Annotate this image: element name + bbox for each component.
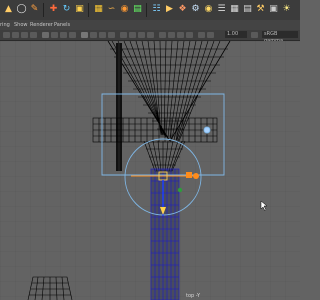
left-pole[interactable] xyxy=(116,43,122,171)
camera-select-icon[interactable] xyxy=(3,32,10,38)
snap-point-icon[interactable]: ◉ xyxy=(118,3,131,16)
resolution-gate-icon[interactable] xyxy=(60,32,67,38)
menu-item-panels[interactable]: Panels xyxy=(54,22,70,28)
xray-joints-icon[interactable] xyxy=(177,32,184,38)
toolbar-separator xyxy=(43,3,44,17)
camera-name-label: top -Y xyxy=(186,293,201,299)
gamma-icon[interactable] xyxy=(207,32,214,38)
menu-item-renderer[interactable]: Renderer xyxy=(30,22,53,28)
motion-blur-icon[interactable] xyxy=(147,32,154,38)
grid-icon[interactable] xyxy=(42,32,49,38)
scale-tool-icon[interactable]: ▣ xyxy=(73,3,86,16)
smooth-shade-icon[interactable] xyxy=(90,32,97,38)
wireframe-icon[interactable] xyxy=(81,32,88,38)
film-gate-icon[interactable] xyxy=(51,32,58,38)
menu-item-show[interactable]: Show xyxy=(14,22,28,28)
wireframe-on-shaded-icon[interactable] xyxy=(99,32,106,38)
isolate-select-icon[interactable] xyxy=(159,32,166,38)
xray-icon[interactable] xyxy=(168,32,175,38)
select-tool-icon[interactable]: ▲ xyxy=(2,3,15,16)
viewport-panel[interactable]: top -Y xyxy=(0,41,300,300)
panel-toolbar: 1.00 sRGB gamma xyxy=(0,30,300,44)
lighting-icon[interactable] xyxy=(120,32,127,38)
tool-settings-icon[interactable]: ⚒ xyxy=(254,3,267,16)
color-space-dropdown[interactable]: sRGB gamma xyxy=(262,31,298,44)
color-management-icon[interactable] xyxy=(251,32,258,38)
ambient-occlusion-icon[interactable] xyxy=(138,32,145,38)
textured-icon[interactable] xyxy=(108,32,115,38)
xray-components-icon[interactable] xyxy=(186,32,193,38)
render-icon[interactable]: ▶ xyxy=(163,3,176,16)
history-icon[interactable]: ☷ xyxy=(150,3,163,16)
shadows-icon[interactable] xyxy=(129,32,136,38)
attribute-editor-icon[interactable]: ▦ xyxy=(228,3,241,16)
gate-mask-icon[interactable] xyxy=(69,32,76,38)
image-plane-icon[interactable] xyxy=(30,32,37,38)
snap-curve-icon[interactable]: ∽ xyxy=(105,3,118,16)
snap-grid-icon[interactable]: ▦ xyxy=(92,3,105,16)
main-toolbar: ▲ ◯ ✎ ✚ ↻ ▣ ▦ ∽ ◉ ▤ ☷ ▶ ❖ ⚙ ◉ ☰ ▦ ▤ ⚒ ▣ … xyxy=(0,0,300,21)
lasso-tool-icon[interactable]: ◯ xyxy=(15,3,28,16)
exposure-icon[interactable] xyxy=(198,32,205,38)
paint-select-icon[interactable]: ✎ xyxy=(28,3,41,16)
hypershade-icon[interactable]: ◉ xyxy=(202,3,215,16)
panel-menu-bar: ring Show Renderer Panels xyxy=(0,20,300,30)
snap-view-icon[interactable]: ▤ xyxy=(131,3,144,16)
light-icon[interactable]: ☀ xyxy=(280,3,293,16)
maya-window: ▲ ◯ ✎ ✚ ↻ ▣ ▦ ∽ ◉ ▤ ☷ ▶ ❖ ⚙ ◉ ☰ ▦ ▤ ⚒ ▣ … xyxy=(0,0,300,300)
channel-box-icon[interactable]: ▤ xyxy=(241,3,254,16)
outliner-icon[interactable]: ☰ xyxy=(215,3,228,16)
bookmark-icon[interactable] xyxy=(21,32,28,38)
selected-column-mesh[interactable] xyxy=(150,168,180,300)
viewport-canvas[interactable] xyxy=(0,41,300,300)
toolbar-separator xyxy=(88,3,89,17)
rotate-tool-icon[interactable]: ↻ xyxy=(60,3,73,16)
toolbar-separator xyxy=(146,3,147,17)
camera-icon[interactable]: ▣ xyxy=(267,3,280,16)
render-settings-icon[interactable]: ⚙ xyxy=(189,3,202,16)
move-tool-icon[interactable]: ✚ xyxy=(47,3,60,16)
camera-attributes-icon[interactable] xyxy=(12,32,19,38)
ipr-render-icon[interactable]: ❖ xyxy=(176,3,189,16)
menu-item-lighting[interactable]: ring xyxy=(0,22,10,28)
gamma-field[interactable]: 1.00 xyxy=(225,31,247,38)
